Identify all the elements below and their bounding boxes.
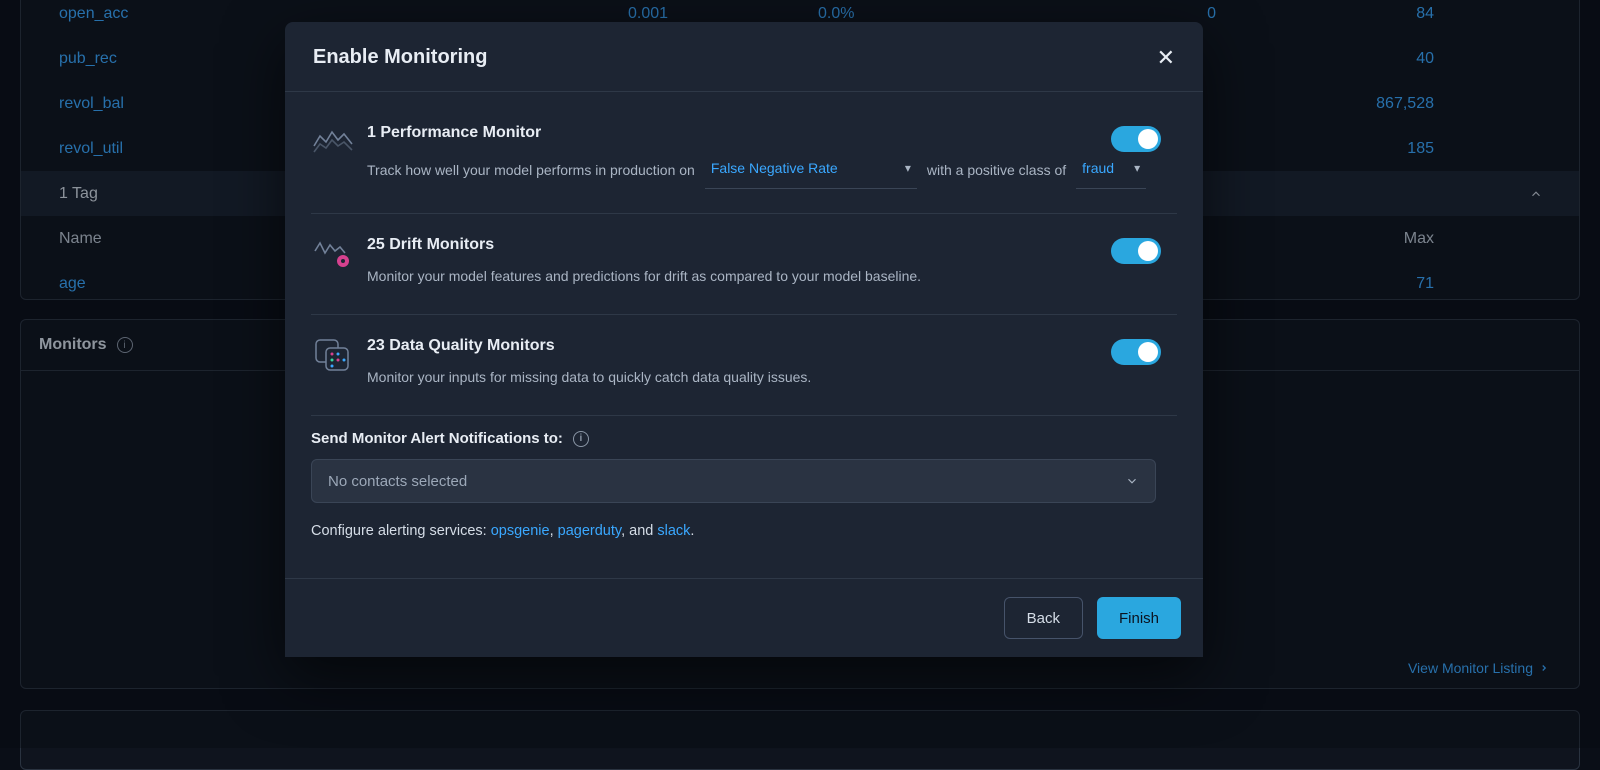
alerts-label: Send Monitor Alert Notifications to: [311,430,563,447]
drift-icon [311,236,355,272]
slack-link[interactable]: slack [657,523,690,539]
performance-desc-mid: with a positive class of [927,156,1066,184]
quality-desc: Monitor your inputs for missing data to … [367,363,811,391]
metric-dropdown-value: False Negative Rate [711,154,838,182]
configure-services-line: Configure alerting services: opsgenie, p… [311,523,1177,539]
positive-class-value: fraud [1082,154,1114,182]
drift-monitor-section: 25 Drift Monitors Monitor your model fea… [311,214,1177,315]
metric-dropdown[interactable]: False Negative Rate ▾ [705,150,917,189]
drift-toggle[interactable] [1111,238,1161,264]
data-quality-icon [311,337,355,373]
drift-desc: Monitor your model features and predicti… [367,262,921,290]
chevron-down-icon: ▾ [1134,156,1140,180]
modal-title: Enable Monitoring [313,46,487,69]
opsgenie-link[interactable]: opsgenie [491,523,550,539]
performance-monitor-section: 1 Performance Monitor Track how well you… [311,102,1177,214]
quality-toggle[interactable] [1111,339,1161,365]
performance-icon [311,124,355,160]
configure-prefix: Configure alerting services: [311,523,491,539]
alerts-block: Send Monitor Alert Notifications to: i N… [311,416,1177,543]
positive-class-dropdown[interactable]: fraud ▾ [1076,150,1146,189]
quality-title: 23 Data Quality Monitors [367,337,1167,355]
performance-title: 1 Performance Monitor [367,124,1167,142]
performance-toggle[interactable] [1111,126,1161,152]
info-icon[interactable]: i [573,431,589,447]
back-button[interactable]: Back [1004,597,1083,639]
contacts-placeholder: No contacts selected [328,473,467,490]
chevron-down-icon: ▾ [905,156,911,180]
enable-monitoring-modal: Enable Monitoring ✕ 1 Performance Monito… [285,22,1203,657]
pagerduty-link[interactable]: pagerduty [558,523,621,539]
close-icon[interactable]: ✕ [1157,47,1175,69]
contacts-select[interactable]: No contacts selected [311,459,1156,503]
drift-title: 25 Drift Monitors [367,236,1167,254]
finish-button[interactable]: Finish [1097,597,1181,639]
data-quality-monitor-section: 23 Data Quality Monitors Monitor your in… [311,315,1177,416]
performance-desc-pre: Track how well your model performs in pr… [367,156,695,184]
